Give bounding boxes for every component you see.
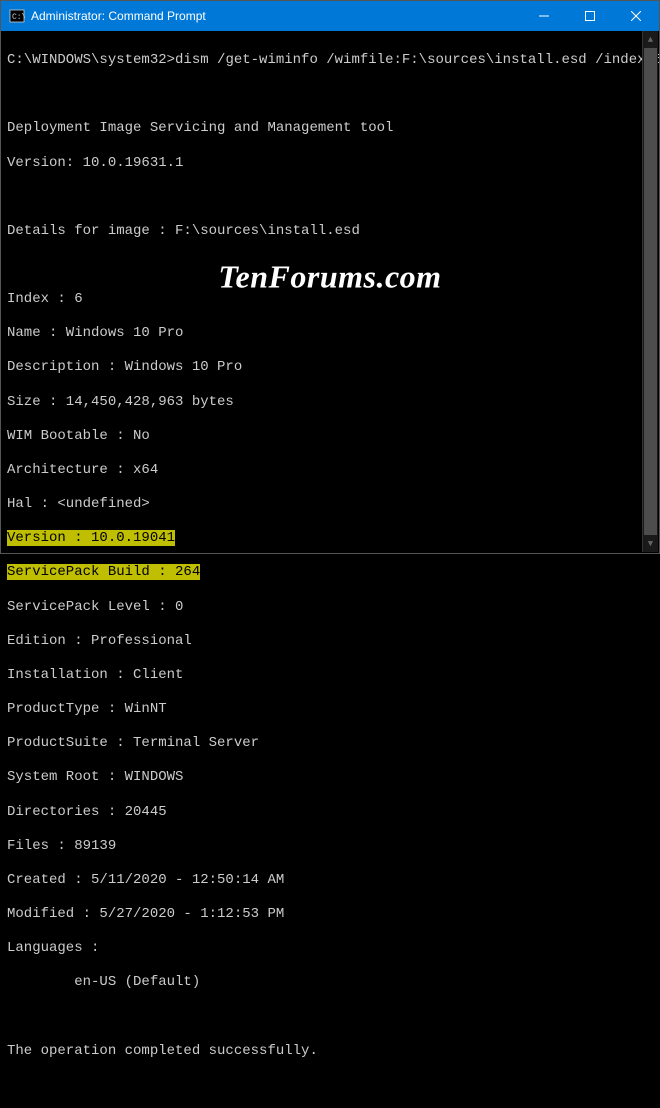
output-line: Architecture : x64 (7, 462, 653, 479)
output-line: Languages : (7, 940, 653, 957)
output-line: Files : 89139 (7, 838, 653, 855)
output-line: ProductType : WinNT (7, 701, 653, 718)
close-button[interactable] (613, 1, 659, 31)
output-highlight: Version : 10.0.19041 (7, 530, 175, 546)
output-line: Version: 10.0.19631.1 (7, 155, 653, 172)
output-line: WIM Bootable : No (7, 428, 653, 445)
command-text: dism /get-wiminfo /wimfile:F:\sources\in… (175, 52, 659, 68)
output-line: Directories : 20445 (7, 804, 653, 821)
output-line: Size : 14,450,428,963 bytes (7, 394, 653, 411)
output-line: ServicePack Level : 0 (7, 599, 653, 616)
output-line: Name : Windows 10 Pro (7, 325, 653, 342)
vertical-scrollbar[interactable]: ▲ ▼ (642, 31, 658, 552)
maximize-button[interactable] (567, 1, 613, 31)
output-line: Edition : Professional (7, 633, 653, 650)
output-line: System Root : WINDOWS (7, 769, 653, 786)
scroll-thumb[interactable] (644, 48, 657, 535)
minimize-button[interactable] (521, 1, 567, 31)
terminal-output[interactable]: C:\WINDOWS\system32>dism /get-wiminfo /w… (1, 31, 659, 1108)
titlebar[interactable]: C:\ Administrator: Command Prompt (1, 1, 659, 31)
output-line: The operation completed successfully. (7, 1043, 653, 1060)
window-controls (521, 1, 659, 31)
output-line: en-US (Default) (7, 974, 653, 991)
output-line: Deployment Image Servicing and Managemen… (7, 120, 653, 137)
output-line: Index : 6 (7, 291, 653, 308)
output-line: Hal : <undefined> (7, 496, 653, 513)
output-line: Description : Windows 10 Pro (7, 359, 653, 376)
cmd-icon: C:\ (9, 8, 25, 24)
window-title: Administrator: Command Prompt (31, 9, 521, 23)
svg-text:C:\: C:\ (12, 13, 25, 22)
output-line: Installation : Client (7, 667, 653, 684)
scroll-up-arrow[interactable]: ▲ (643, 31, 658, 48)
output-line: Created : 5/11/2020 - 12:50:14 AM (7, 872, 653, 889)
prompt: C:\WINDOWS\system32> (7, 52, 175, 68)
output-line: ProductSuite : Terminal Server (7, 735, 653, 752)
output-highlight: ServicePack Build : 264 (7, 564, 200, 580)
output-line: Modified : 5/27/2020 - 1:12:53 PM (7, 906, 653, 923)
scroll-down-arrow[interactable]: ▼ (643, 535, 658, 552)
output-line: Details for image : F:\sources\install.e… (7, 223, 653, 240)
